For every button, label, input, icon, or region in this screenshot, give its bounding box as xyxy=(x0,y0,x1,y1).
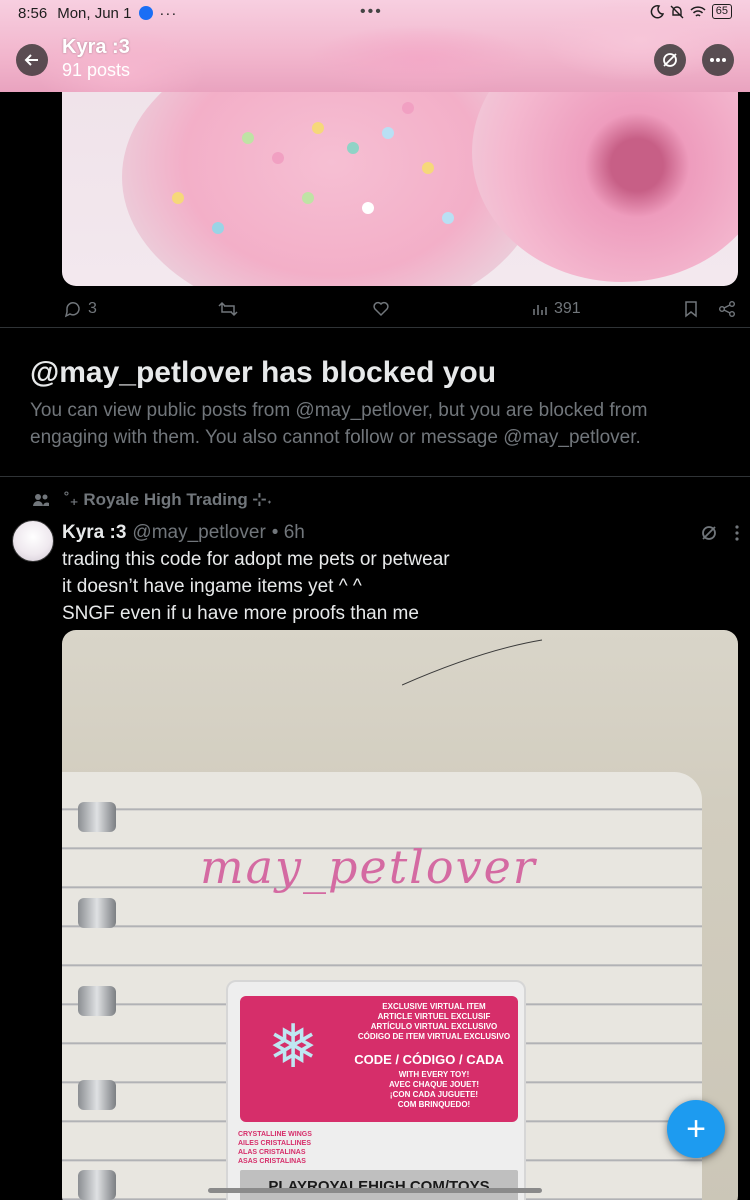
notebook-ring xyxy=(78,986,116,1016)
divider xyxy=(0,327,750,328)
back-button[interactable] xyxy=(16,44,48,76)
like-button[interactable] xyxy=(372,300,390,318)
heart-icon xyxy=(373,301,389,317)
status-overflow: ··· xyxy=(159,4,178,22)
grok-icon xyxy=(663,53,677,67)
reply-count: 3 xyxy=(88,300,97,317)
status-date: Mon, Jun 1 xyxy=(57,4,132,22)
tweet-author-name[interactable]: Kyra :3 xyxy=(62,522,126,544)
grok-button[interactable] xyxy=(654,44,686,76)
card-wing-names: CRYSTALLINE WINGS AILES CRISTALLINES ALA… xyxy=(238,1131,312,1165)
community-icon xyxy=(33,494,49,506)
tweet-time: • 6h xyxy=(271,522,305,543)
notebook-ring xyxy=(78,898,116,928)
reply-button[interactable]: 3 xyxy=(64,300,97,318)
arrow-left-icon xyxy=(24,54,38,66)
bookmark-button[interactable] xyxy=(684,300,698,318)
more-horizontal-icon xyxy=(710,58,726,62)
home-indicator xyxy=(208,1188,542,1193)
tweet-line: trading this code for adopt me pets or p… xyxy=(62,549,450,570)
card-toy-text: WITH EVERY TOY! AVEC CHAQUE JOUET! ¡CON … xyxy=(388,1070,480,1109)
divider xyxy=(0,476,750,477)
tweet-line: it doesn’t have ingame items yet ^ ^ xyxy=(62,576,362,597)
grok-button[interactable] xyxy=(700,524,718,542)
messenger-icon xyxy=(139,6,154,20)
hair-strand xyxy=(402,639,543,686)
tweet-header: Kyra :3 @may_petlover • 6h xyxy=(62,522,305,544)
more-options-button[interactable] xyxy=(702,44,734,76)
blocked-notice-title: @may_petlover has blocked you xyxy=(30,356,497,389)
status-right-icons: 65 xyxy=(650,4,732,19)
wings-icon: ❅ xyxy=(267,1013,319,1080)
card-header-text: EXCLUSIVE VIRTUAL ITEM ARTICLE VIRTUEL E… xyxy=(357,1002,511,1041)
more-vertical-icon xyxy=(735,525,739,541)
plus-icon: + xyxy=(686,1109,706,1148)
post-media-image[interactable] xyxy=(62,92,738,286)
notebook-ring xyxy=(78,802,116,832)
handwritten-username: may_petlover xyxy=(200,840,537,894)
bookmark-icon xyxy=(685,301,697,318)
code-card: ❅ EXCLUSIVE VIRTUAL ITEM ARTICLE VIRTUEL… xyxy=(226,980,526,1200)
tweet-media-image[interactable]: may_petlover ❅ EXCLUSIVE VIRTUAL ITEM AR… xyxy=(62,630,738,1200)
wifi-icon xyxy=(690,5,706,17)
card-code-label: CODE / CÓDIGO / CADA xyxy=(354,1052,504,1067)
notebook-ring xyxy=(78,1170,116,1200)
battery-indicator: 65 xyxy=(711,4,732,19)
status-bar: 8:56 Mon, Jun 1 ··· ••• 65 xyxy=(0,0,750,26)
avatar[interactable] xyxy=(12,520,54,562)
tweet-author-handle[interactable]: @may_petlover xyxy=(132,522,265,544)
notebook-ring xyxy=(78,1080,116,1110)
card-url: PLAYROYALEHIGH.COM/TOYS xyxy=(240,1170,518,1200)
share-icon xyxy=(719,301,735,317)
code-card-banner: ❅ EXCLUSIVE VIRTUAL ITEM ARTICLE VIRTUEL… xyxy=(240,996,518,1122)
repost-button[interactable] xyxy=(218,300,238,318)
tweet-text: trading this code for adopt me pets or p… xyxy=(62,546,450,627)
profile-name: Kyra :3 xyxy=(62,36,130,58)
post-action-bar: 3 391 xyxy=(62,296,740,322)
view-count: 391 xyxy=(554,300,581,317)
community-label[interactable]: ˚₊ Royale High Trading ⊹˖ xyxy=(32,490,272,510)
analytics-icon xyxy=(533,305,547,315)
tweet-line: SNGF even if u have more proofs than me xyxy=(62,603,419,624)
tweet-more-button[interactable] xyxy=(734,524,740,542)
repost-icon xyxy=(218,301,238,317)
status-center-dots: ••• xyxy=(360,3,383,20)
profile-post-count: 91 posts xyxy=(62,60,131,80)
reply-icon xyxy=(64,302,80,318)
blocked-notice-text: You can view public posts from @may_petl… xyxy=(30,400,648,448)
status-time: 8:56 xyxy=(18,4,48,22)
views-button[interactable]: 391 xyxy=(532,300,581,318)
compose-button[interactable]: + xyxy=(667,1100,725,1158)
bell-off-icon xyxy=(670,5,684,18)
community-name: ˚₊ Royale High Trading ⊹˖ xyxy=(64,490,273,509)
share-button[interactable] xyxy=(718,300,736,318)
grok-icon xyxy=(702,526,716,540)
moon-icon xyxy=(650,4,664,18)
